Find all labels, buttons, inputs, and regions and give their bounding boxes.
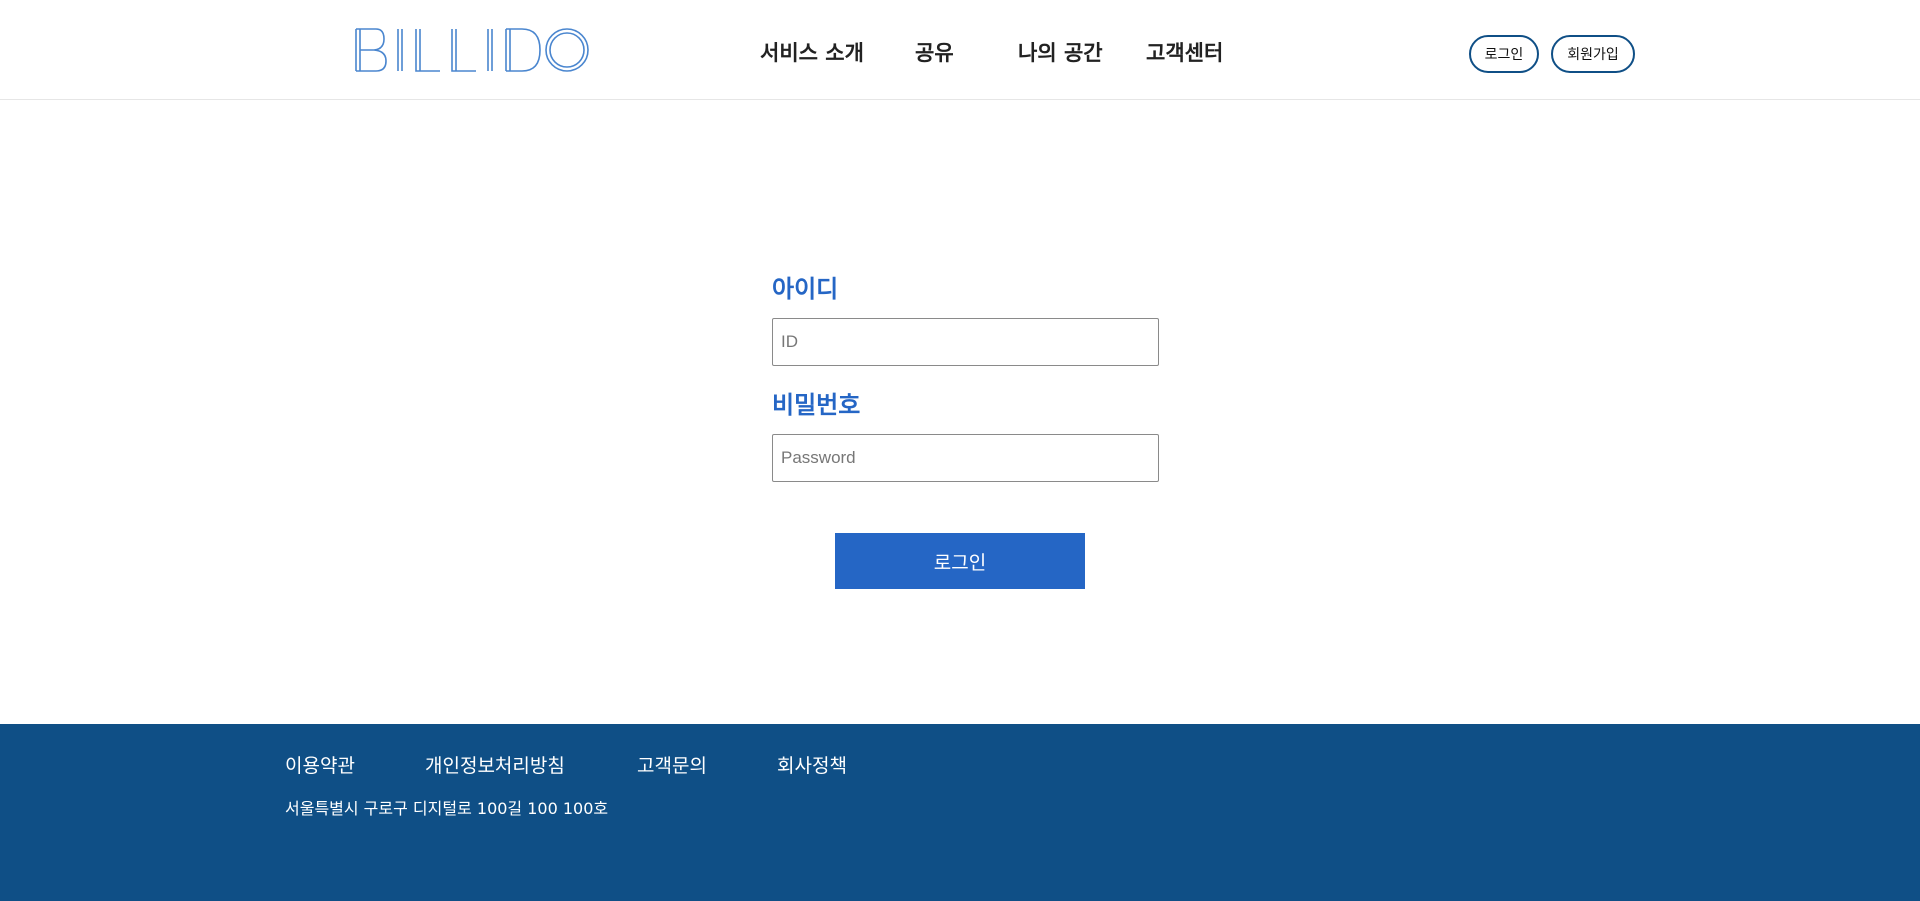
- nav-item-customer-center[interactable]: 고객센터: [1146, 38, 1223, 68]
- footer-link-terms[interactable]: 이용약관: [285, 752, 355, 780]
- id-input[interactable]: [772, 318, 1159, 366]
- nav-item-share[interactable]: 공유: [915, 38, 954, 68]
- footer-link-company-policy[interactable]: 회사정책: [777, 752, 847, 780]
- site-header: 서비스 소개 공유 나의 공간 고객센터 로그인 회원가입: [0, 0, 1920, 100]
- logo-image: [355, 28, 589, 72]
- header-login-button[interactable]: 로그인: [1469, 35, 1539, 73]
- password-input[interactable]: [772, 434, 1159, 482]
- password-label: 비밀번호: [772, 391, 861, 419]
- footer-link-customer-inquiry[interactable]: 고객문의: [637, 752, 707, 780]
- footer-link-privacy-policy[interactable]: 개인정보처리방침: [425, 752, 565, 780]
- footer-address: 서울특별시 구로구 디지털로 100길 100 100호: [285, 799, 609, 818]
- login-submit-button[interactable]: 로그인: [835, 533, 1085, 589]
- id-label: 아이디: [772, 275, 839, 303]
- nav-item-my-space[interactable]: 나의 공간: [1018, 38, 1103, 68]
- billido-logo[interactable]: [354, 25, 590, 75]
- header-signup-button[interactable]: 회원가입: [1551, 35, 1635, 73]
- nav-item-service-intro[interactable]: 서비스 소개: [760, 38, 864, 68]
